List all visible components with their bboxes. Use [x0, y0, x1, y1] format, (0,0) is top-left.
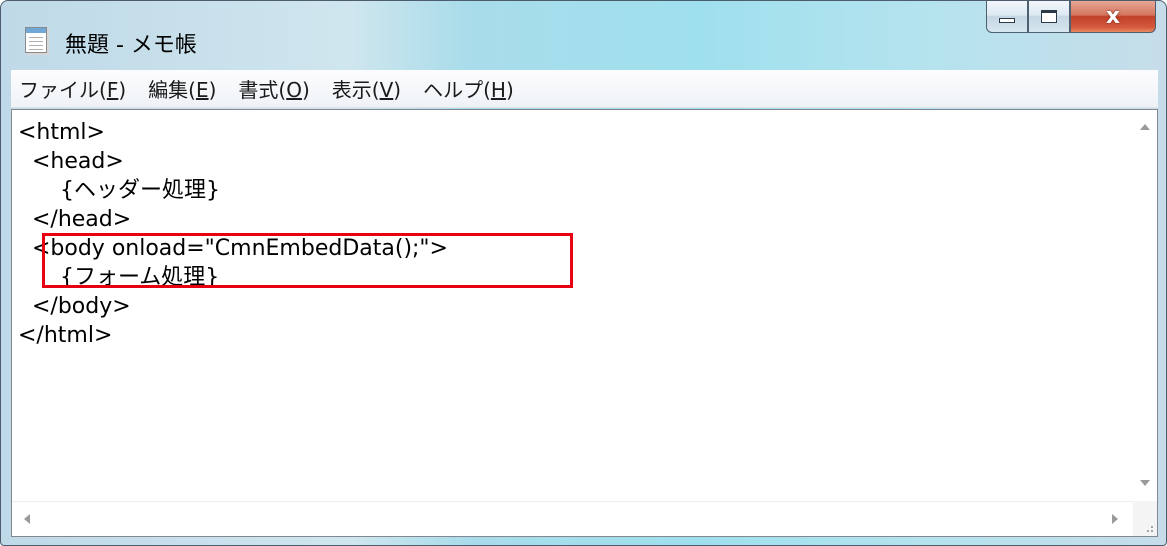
text-content[interactable]: <html> <head> {ヘッダー処理} </head> <body onl… — [12, 110, 1134, 502]
close-icon: x — [1105, 4, 1121, 29]
close-button[interactable]: x — [1070, 1, 1156, 33]
resize-grip-icon[interactable] — [1133, 501, 1157, 536]
code-line: <head> — [18, 149, 124, 174]
code-line: <html> — [18, 120, 105, 145]
menu-help[interactable]: ヘルプ(H) — [423, 74, 514, 103]
code-line: </html> — [18, 323, 113, 348]
maximize-button[interactable] — [1028, 1, 1070, 33]
text-editor[interactable]: <html> <head> {ヘッダー処理} </head> <body onl… — [11, 109, 1158, 537]
menu-file[interactable]: ファイル(F) — [19, 74, 126, 103]
maximize-icon — [1041, 10, 1057, 23]
highlight-box — [42, 233, 573, 288]
notepad-window: 無題 - メモ帳 x ファイル(F) 編集(E) 書式(O) 表示(V) ヘルプ… — [0, 0, 1167, 546]
minimize-icon — [999, 18, 1015, 23]
scroll-right-icon[interactable] — [1112, 514, 1118, 524]
minimize-button[interactable] — [986, 1, 1028, 33]
title-bar[interactable]: 無題 - メモ帳 x — [1, 1, 1166, 65]
menu-bar: ファイル(F) 編集(E) 書式(O) 表示(V) ヘルプ(H) — [11, 70, 1158, 108]
notepad-icon[interactable] — [25, 27, 47, 53]
code-line: </head> — [18, 207, 132, 232]
window-controls: x — [986, 1, 1156, 33]
window-title: 無題 - メモ帳 — [65, 33, 197, 58]
menu-format[interactable]: 書式(O) — [238, 74, 309, 103]
scroll-up-icon[interactable] — [1140, 124, 1150, 130]
scroll-down-icon[interactable] — [1140, 480, 1150, 486]
menu-view[interactable]: 表示(V) — [332, 74, 401, 103]
menu-edit[interactable]: 編集(E) — [148, 74, 216, 103]
horizontal-scrollbar[interactable] — [12, 501, 1134, 536]
vertical-scrollbar[interactable] — [1133, 110, 1157, 502]
code-line: {ヘッダー処理} — [18, 178, 220, 203]
code-line: </body> — [18, 294, 131, 319]
scroll-left-icon[interactable] — [24, 514, 30, 524]
